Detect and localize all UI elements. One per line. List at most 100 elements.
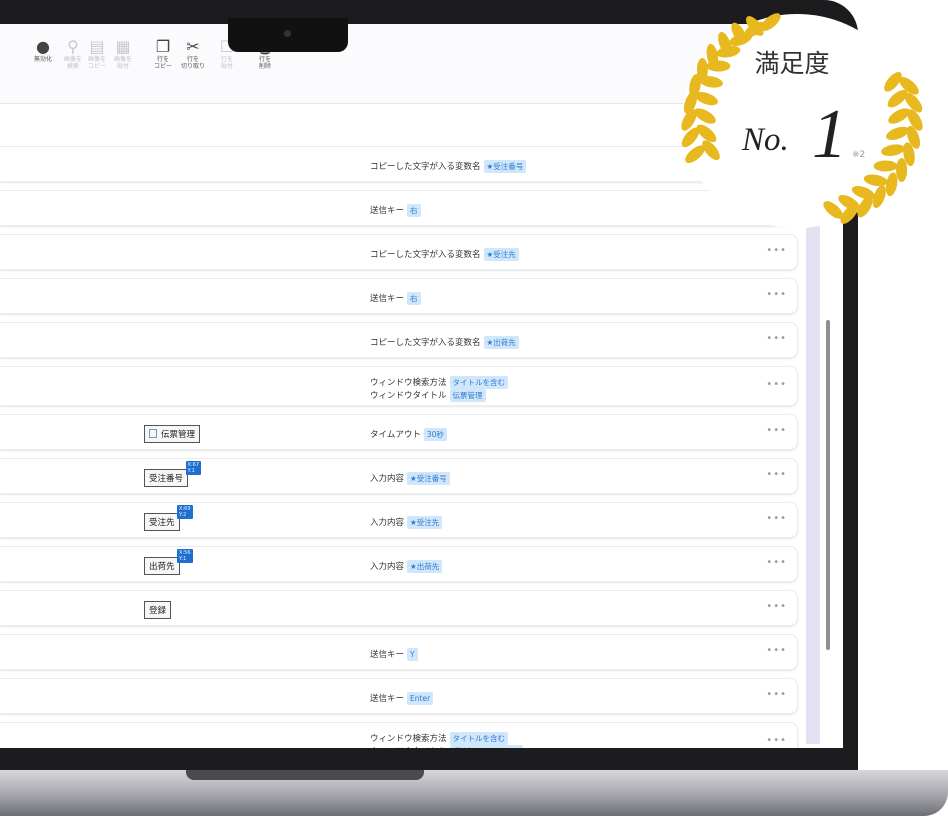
action-row[interactable]: 受注先 X:69 Y:2 入力内容 ★受注先 ••• xyxy=(0,502,798,538)
element-label: 出荷先 xyxy=(149,562,175,572)
action-row[interactable]: ウィンドウ検索方法タイトルを含むウィンドウタイトル受注伝票入力リスト ••• xyxy=(0,722,798,748)
param-line: ウィンドウタイトル受注伝票入力リスト xyxy=(370,745,524,748)
param-value: タイトルを含む xyxy=(449,732,509,745)
param-line: 送信キー右 xyxy=(370,203,421,217)
action-params: 入力内容 ★受注番号 xyxy=(370,471,450,485)
param-key: コピーした文字が入る変数名 xyxy=(370,161,481,172)
action-params: ウィンドウ検索方法 タイトルを含む ウィンドウタイトル 伝票管理 xyxy=(370,376,509,402)
param-line: ウィンドウ検索方法 タイトルを含む xyxy=(370,376,509,389)
ui-element-capture[interactable]: 登録 xyxy=(144,601,172,619)
laurel-wreath-icon xyxy=(681,13,923,224)
param-key: 送信キー xyxy=(370,693,405,704)
toolbar-label: 画像を 貼付 xyxy=(113,56,132,70)
satisfaction-badge: 満足度 No. 1 ※2 xyxy=(662,0,948,244)
toolbar-paste-image-button[interactable]: ▦ 画像を 貼付 xyxy=(110,37,136,71)
toolbar-label: 行を 貼付 xyxy=(220,56,233,70)
ui-element-capture[interactable]: 伝票管理 xyxy=(144,425,201,443)
param-key: 送信キー xyxy=(370,649,405,660)
toolbar-label: 行を 切り取り xyxy=(180,56,205,70)
eye-icon: ● xyxy=(36,37,50,56)
action-row[interactable]: 送信キー Enter ••• xyxy=(0,678,798,714)
action-params: 送信キー Y xyxy=(370,647,418,661)
badge-footnote: ※2 xyxy=(852,150,866,160)
param-line: 送信キー Enter xyxy=(370,691,434,705)
ellipsis-icon[interactable]: ••• xyxy=(766,557,787,568)
action-params: 送信キー右 xyxy=(370,291,421,305)
param-value: 伝票管理 xyxy=(449,389,486,402)
param-line: 入力内容 ★出荷先 xyxy=(370,559,443,573)
action-params: 入力内容 ★受注先 xyxy=(370,515,443,529)
ellipsis-icon[interactable]: ••• xyxy=(766,333,787,344)
toolbar-cut-row-button[interactable]: ✂ 行を 切り取り xyxy=(180,38,206,71)
toolbar-label: 行を 削除 xyxy=(258,56,271,70)
laurel-leaf-right-inner xyxy=(881,144,905,157)
ellipsis-icon[interactable]: ••• xyxy=(766,379,787,390)
action-row[interactable]: 登録 ••• xyxy=(0,590,798,626)
param-value: ★受注番号 xyxy=(407,471,450,485)
param-value: ★出荷先 xyxy=(483,335,519,349)
toolbar-search-button[interactable]: ⚲ 画像を 検索 xyxy=(60,38,86,71)
action-row[interactable]: コピーした文字が入る変数名 ★出荷先 ••• xyxy=(0,322,798,358)
action-row[interactable]: 伝票管理 タイムアウト 30秒 ••• xyxy=(0,414,798,450)
laurel-leaf-right-inner xyxy=(886,126,909,140)
ellipsis-icon[interactable]: ••• xyxy=(766,425,787,436)
element-label: 伝票管理 xyxy=(161,430,196,440)
param-value: ★受注先 xyxy=(407,515,443,529)
side-panel xyxy=(806,164,820,744)
ellipsis-icon[interactable]: ••• xyxy=(766,735,787,746)
action-params: 送信キー右 xyxy=(370,203,421,217)
copy-row-icon: ❐ xyxy=(155,37,171,56)
param-value: 受注伝票入力リスト xyxy=(449,745,524,748)
param-line: コピーした文字が入る変数名 ★受注番号 xyxy=(370,159,527,173)
ellipsis-icon[interactable]: ••• xyxy=(766,469,787,480)
laurel-leaf-right-outer xyxy=(896,158,908,182)
ellipsis-icon[interactable]: ••• xyxy=(766,289,787,300)
action-row[interactable]: ウィンドウ検索方法 タイトルを含む ウィンドウタイトル 伝票管理 ••• xyxy=(0,366,798,406)
camera-icon xyxy=(284,30,291,37)
paste-image-icon: ▦ xyxy=(115,37,131,56)
camera-notch xyxy=(228,18,348,52)
param-value: 30秒 xyxy=(423,427,447,441)
param-value: ★受注番号 xyxy=(483,159,527,173)
param-value: Y xyxy=(407,647,418,661)
ellipsis-icon[interactable]: ••• xyxy=(766,645,787,656)
coordinate-pin: X:69 Y:2 xyxy=(177,505,193,519)
ellipsis-icon[interactable]: ••• xyxy=(766,689,787,700)
badge-no-label: No. xyxy=(742,122,789,158)
action-row[interactable]: 受注番号 X:67 Y:1 入力内容 ★受注番号 ••• xyxy=(0,458,798,494)
action-params: 送信キー Enter xyxy=(370,691,434,705)
action-row[interactable]: 送信キー Y ••• xyxy=(0,634,798,670)
param-line: ウィンドウ検索方法 タイトルを含む xyxy=(370,732,523,745)
toolbar-copy-image-button[interactable]: ▤ 画像を コピー xyxy=(84,38,110,71)
ellipsis-icon[interactable]: ••• xyxy=(766,513,787,524)
param-value: タイトルを含む xyxy=(449,376,509,389)
ui-element-capture[interactable]: 受注先 X:69 Y:2 xyxy=(144,505,193,531)
param-key: ウィンドウ検索方法 xyxy=(370,378,447,388)
param-key: 入力内容 xyxy=(370,473,405,484)
param-key: コピーした文字が入る変数名 xyxy=(370,249,481,260)
param-key: 入力内容 xyxy=(370,561,405,572)
badge-title: 満足度 xyxy=(754,49,830,78)
param-value: ★出荷先 xyxy=(407,559,443,573)
param-line: ウィンドウタイトル 伝票管理 xyxy=(370,389,508,402)
ui-element-capture[interactable]: 出荷先 X:56 Y:1 xyxy=(144,549,193,575)
scrollbar[interactable] xyxy=(826,320,830,650)
action-row[interactable]: 送信キー右 ••• xyxy=(0,278,798,314)
param-line: コピーした文字が入る変数名 ★受注先 xyxy=(370,247,519,261)
param-line: 送信キー右 xyxy=(370,291,421,305)
param-line: 入力内容 ★受注先 xyxy=(370,515,443,529)
toolbar-label: 画像を コピー xyxy=(87,56,106,70)
laurel-leaf-right-inner xyxy=(873,160,898,172)
ellipsis-icon[interactable]: ••• xyxy=(766,245,787,256)
toolbar-eye-button[interactable]: ● 無効化 xyxy=(30,37,56,64)
coordinate-pin: X:67 Y:1 xyxy=(185,461,202,475)
action-params: 入力内容 ★出荷先 xyxy=(370,559,443,573)
param-value: Enter xyxy=(407,691,434,705)
ellipsis-icon[interactable]: ••• xyxy=(766,601,787,612)
ui-element-capture[interactable]: 受注番号 X:67 Y:1 xyxy=(144,461,202,487)
element-label: 受注番号 xyxy=(149,474,184,484)
action-params: コピーした文字が入る変数名 ★受注番号 xyxy=(370,159,527,173)
param-key: ウィンドウタイトル xyxy=(370,391,447,401)
action-row[interactable]: 出荷先 X:56 Y:1 入力内容 ★出荷先 ••• xyxy=(0,546,798,582)
toolbar-copy-row-button[interactable]: ❐ 行を コピー xyxy=(150,37,176,71)
